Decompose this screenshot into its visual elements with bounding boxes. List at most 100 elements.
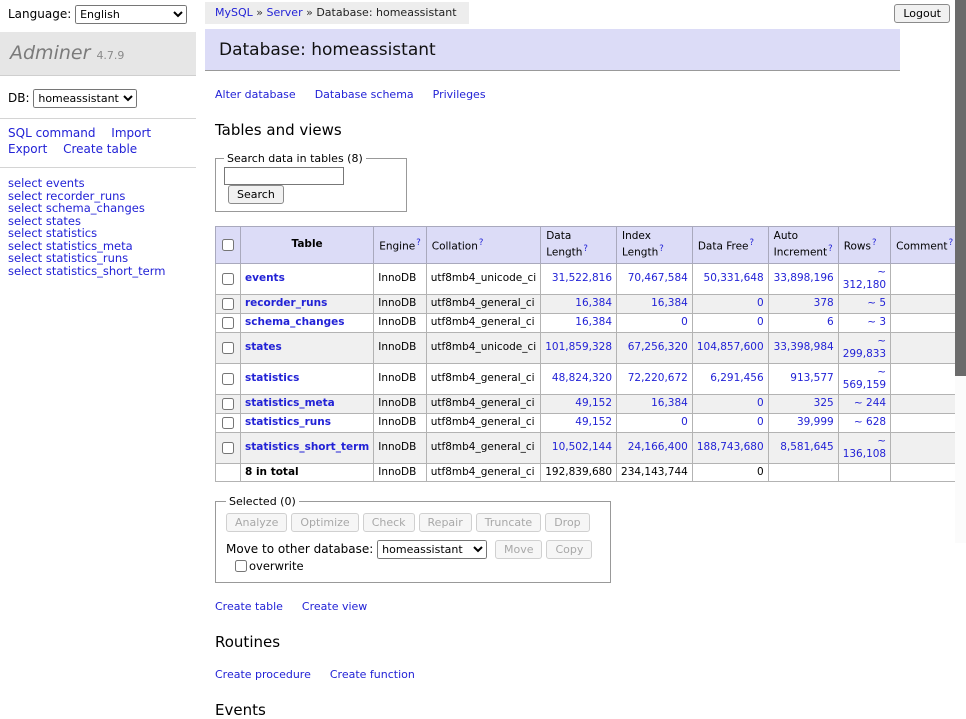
cell-rows[interactable]: ~ 569,159 (838, 363, 890, 394)
cell-rows[interactable]: ~ 628 (838, 413, 890, 432)
analyze-button[interactable]: Analyze (226, 513, 287, 532)
row-checkbox[interactable] (222, 342, 234, 354)
row-checkbox[interactable] (222, 317, 234, 329)
cell-data-length[interactable]: 101,859,328 (541, 332, 617, 363)
cell-auto-increment[interactable]: 33,398,984 (768, 332, 838, 363)
overwrite-option[interactable]: overwrite (234, 559, 304, 573)
help-link[interactable]: ? (750, 238, 755, 248)
help-link[interactable]: ? (659, 244, 664, 254)
cell-data-free[interactable]: 0 (692, 394, 768, 413)
cell-rows[interactable]: ~ 3 (838, 313, 890, 332)
link-create-table[interactable]: Create table (215, 600, 283, 613)
table-link-events[interactable]: events (245, 272, 285, 284)
cell-data-free[interactable]: 104,857,600 (692, 332, 768, 363)
help-link[interactable]: ? (828, 244, 833, 254)
sidebar-select-statistics-runs[interactable]: select statistics_runs (8, 252, 196, 265)
row-checkbox[interactable] (222, 373, 234, 385)
action-link-alter-database[interactable]: Alter database (215, 88, 296, 101)
row-checkbox[interactable] (222, 398, 234, 410)
truncate-button[interactable]: Truncate (476, 513, 541, 532)
overwrite-checkbox[interactable] (235, 560, 247, 572)
cell-rows[interactable]: ~ 136,108 (838, 432, 890, 463)
cell-rows[interactable]: ~ 299,833 (838, 332, 890, 363)
cell-auto-increment[interactable]: 8,581,645 (768, 432, 838, 463)
action-link-privileges[interactable]: Privileges (433, 88, 486, 101)
cell-index-length[interactable]: 0 (617, 413, 693, 432)
table-link-states[interactable]: states (245, 341, 282, 353)
help-link[interactable]: ? (583, 244, 588, 254)
table-link-recorder-runs[interactable]: recorder_runs (245, 297, 327, 309)
cell-data-free[interactable]: 0 (692, 294, 768, 313)
link-create-procedure[interactable]: Create procedure (215, 668, 311, 681)
breadcrumb-item-mysql[interactable]: MySQL (215, 6, 253, 19)
sidebar-select-statistics-short-term[interactable]: select statistics_short_term (8, 265, 196, 278)
optimize-button[interactable]: Optimize (291, 513, 358, 532)
scrollbar-thumb[interactable] (955, 0, 966, 376)
help-link[interactable]: ? (949, 238, 954, 248)
repair-button[interactable]: Repair (419, 513, 472, 532)
cell-index-length[interactable]: 72,220,672 (617, 363, 693, 394)
cell-auto-increment[interactable]: 378 (768, 294, 838, 313)
cell-data-free[interactable]: 188,743,680 (692, 432, 768, 463)
cell-index-length[interactable]: 24,166,400 (617, 432, 693, 463)
row-checkbox[interactable] (222, 298, 234, 310)
cell-index-length[interactable]: 0 (617, 313, 693, 332)
cell-data-free[interactable]: 0 (692, 313, 768, 332)
table-link-schema-changes[interactable]: schema_changes (245, 316, 345, 328)
cell-index-length[interactable]: 70,467,584 (617, 263, 693, 294)
table-link-statistics-short-term[interactable]: statistics_short_term (245, 441, 369, 453)
db-select[interactable]: homeassistant (33, 89, 137, 108)
cell-rows[interactable]: ~ 244 (838, 394, 890, 413)
move-button[interactable]: Move (495, 540, 543, 559)
copy-button[interactable]: Copy (546, 540, 592, 559)
action-link-database-schema[interactable]: Database schema (315, 88, 414, 101)
select-all-checkbox[interactable] (222, 239, 234, 251)
check-button[interactable]: Check (363, 513, 415, 532)
cell-auto-increment[interactable]: 39,999 (768, 413, 838, 432)
logout-button[interactable]: Logout (894, 4, 950, 23)
sidebar-link-sql-command[interactable]: SQL command (8, 126, 95, 140)
breadcrumb-item-server[interactable]: Server (267, 6, 303, 19)
sidebar-select-events[interactable]: select events (8, 177, 196, 190)
row-checkbox[interactable] (222, 417, 234, 429)
cell-data-length[interactable]: 48,824,320 (541, 363, 617, 394)
link-create-function[interactable]: Create function (330, 668, 415, 681)
table-link-statistics[interactable]: statistics (245, 372, 299, 384)
sidebar-link-import[interactable]: Import (111, 126, 151, 140)
search-input[interactable] (224, 167, 344, 185)
cell-index-length[interactable]: 16,384 (617, 394, 693, 413)
help-link[interactable]: ? (872, 238, 877, 248)
cell-data-length[interactable]: 16,384 (541, 313, 617, 332)
cell-data-length[interactable]: 31,522,816 (541, 263, 617, 294)
cell-data-length[interactable]: 16,384 (541, 294, 617, 313)
cell-data-length[interactable]: 49,152 (541, 413, 617, 432)
scrollbar[interactable] (955, 0, 966, 543)
cell-auto-increment[interactable]: 6 (768, 313, 838, 332)
cell-data-length[interactable]: 10,502,144 (541, 432, 617, 463)
cell-auto-increment[interactable]: 33,898,196 (768, 263, 838, 294)
cell-auto-increment[interactable]: 913,577 (768, 363, 838, 394)
row-checkbox[interactable] (222, 273, 234, 285)
cell-data-free[interactable]: 6,291,456 (692, 363, 768, 394)
cell-index-length[interactable]: 16,384 (617, 294, 693, 313)
help-link[interactable]: ? (416, 238, 421, 248)
sidebar-select-statistics[interactable]: select statistics (8, 227, 196, 240)
row-checkbox[interactable] (222, 442, 234, 454)
sidebar-link-create-table[interactable]: Create table (63, 142, 137, 156)
language-select[interactable]: English (75, 5, 187, 24)
move-db-select[interactable]: homeassistant (377, 540, 487, 559)
cell-data-length[interactable]: 49,152 (541, 394, 617, 413)
cell-data-free[interactable]: 50,331,648 (692, 263, 768, 294)
search-button[interactable]: Search (228, 185, 284, 204)
sidebar-select-schema-changes[interactable]: select schema_changes (8, 202, 196, 215)
table-link-statistics-meta[interactable]: statistics_meta (245, 397, 335, 409)
cell-rows[interactable]: ~ 5 (838, 294, 890, 313)
cell-index-length[interactable]: 67,256,320 (617, 332, 693, 363)
cell-auto-increment[interactable]: 325 (768, 394, 838, 413)
table-link-statistics-runs[interactable]: statistics_runs (245, 416, 331, 428)
cell-rows[interactable]: ~ 312,180 (838, 263, 890, 294)
sidebar-link-export[interactable]: Export (8, 142, 47, 156)
help-link[interactable]: ? (479, 238, 484, 248)
drop-button[interactable]: Drop (545, 513, 589, 532)
cell-data-free[interactable]: 0 (692, 413, 768, 432)
